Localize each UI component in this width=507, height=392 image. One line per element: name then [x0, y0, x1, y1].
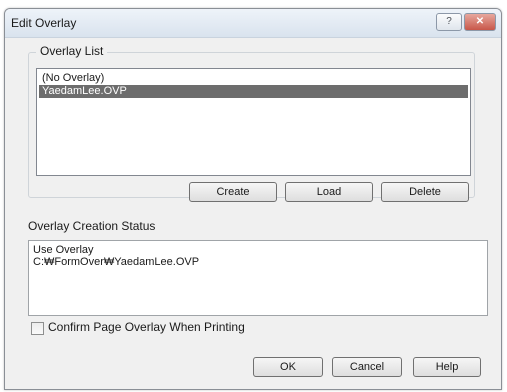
create-button[interactable]: Create: [189, 182, 277, 202]
dialog-title: Edit Overlay: [11, 16, 77, 30]
load-button[interactable]: Load: [285, 182, 373, 202]
list-item-no-overlay[interactable]: (No Overlay): [39, 72, 468, 85]
ok-button[interactable]: OK: [253, 357, 323, 377]
status-label: Overlay Creation Status: [28, 219, 156, 233]
cancel-button[interactable]: Cancel: [332, 357, 402, 377]
confirm-overlay-label[interactable]: Confirm Page Overlay When Printing: [48, 320, 245, 334]
confirm-overlay-checkbox[interactable]: [31, 322, 44, 335]
status-path: C:₩FormOver₩YaedamLee.OVP: [33, 256, 200, 268]
overlay-list-label: Overlay List: [36, 44, 108, 58]
help-button[interactable]: Help: [413, 357, 481, 377]
status-box: Use Overlay C:₩FormOver₩YaedamLee.OVP: [28, 240, 488, 316]
title-bar[interactable]: Edit Overlay ? ✕: [5, 9, 501, 38]
list-item-yaedamlee[interactable]: YaedamLee.OVP: [39, 85, 468, 98]
delete-button[interactable]: Delete: [381, 182, 469, 202]
close-icon[interactable]: ✕: [464, 13, 496, 31]
status-line: Use Overlay: [33, 244, 94, 256]
overlay-listbox[interactable]: (No Overlay) YaedamLee.OVP: [36, 68, 471, 176]
help-icon-button[interactable]: ?: [436, 13, 462, 31]
